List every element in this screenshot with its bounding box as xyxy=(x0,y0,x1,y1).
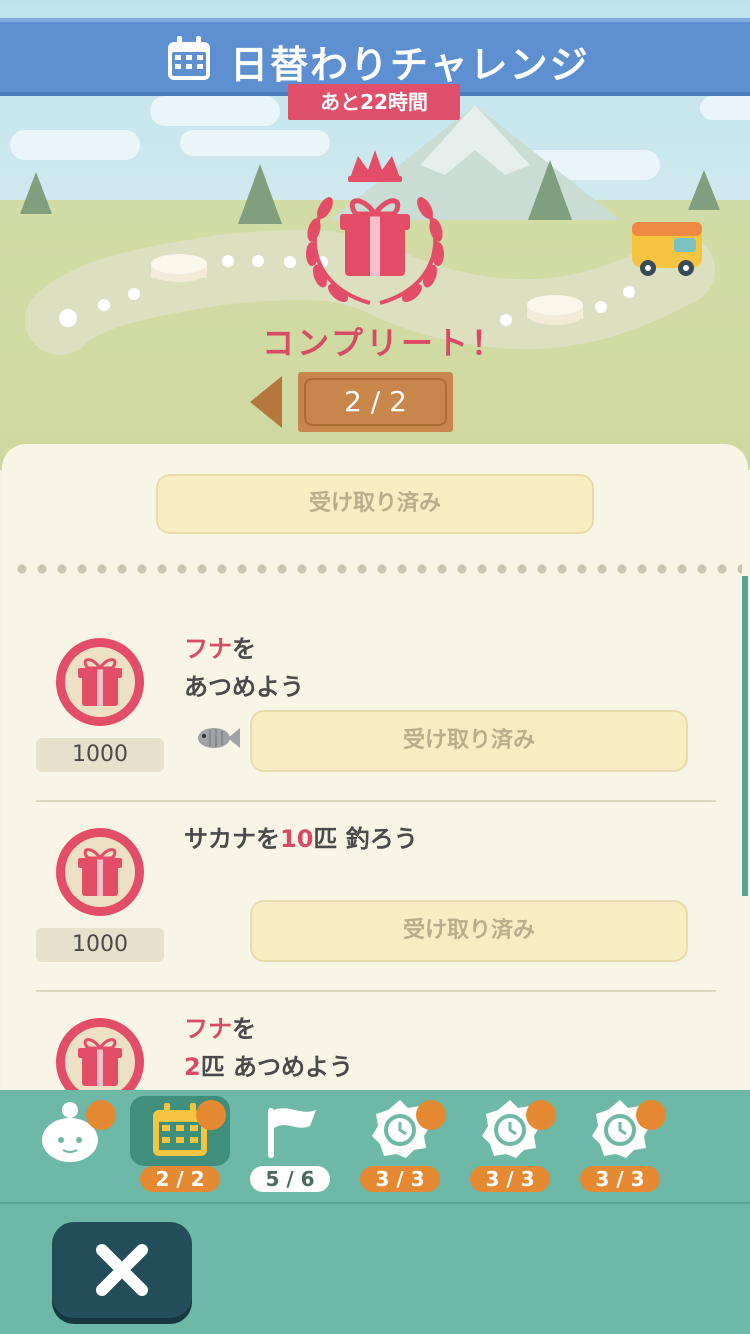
tab-goals[interactable]: 5 / 6 xyxy=(240,1090,340,1202)
gift-reward-icon xyxy=(56,828,144,916)
claim-all-button[interactable]: 受け取り済み xyxy=(156,474,594,534)
progress-badge: 3 / 3 xyxy=(580,1166,660,1192)
task-row: 1000 サカナを10匹 釣ろう 受け取り済み xyxy=(2,825,748,1018)
page-indicator-text: 2 / 2 xyxy=(304,378,447,426)
claim-reward-button[interactable]: 受け取り済み xyxy=(250,710,688,772)
row-divider xyxy=(36,800,716,802)
time-remaining-badge: あと22時間 xyxy=(288,84,460,120)
previous-page-arrow-icon[interactable] xyxy=(250,376,282,428)
tab-timed-challenge[interactable]: 3 / 3 xyxy=(350,1090,450,1202)
tab-character[interactable] xyxy=(20,1090,120,1202)
tab-timed-challenge[interactable]: 3 / 3 xyxy=(570,1090,670,1202)
completion-wreath-icon xyxy=(306,150,444,305)
calendar-icon xyxy=(168,36,210,80)
task-title: サカナを10匹 釣ろう xyxy=(184,825,418,853)
reward-amount: 1000 xyxy=(36,928,164,962)
row-divider xyxy=(36,990,716,992)
challenge-card: 受け取り済み 1000 フナを あつめよう 受け取り済み 1000 サカナを10… xyxy=(2,444,748,1144)
crown-icon xyxy=(636,1100,666,1130)
camper-van-icon xyxy=(632,222,702,276)
close-icon xyxy=(96,1244,148,1296)
dotted-divider xyxy=(12,564,742,574)
page-title: 日替わりチャレンジ xyxy=(230,43,590,87)
gift-reward-icon xyxy=(56,638,144,726)
crown-icon xyxy=(86,1100,116,1130)
crown-icon xyxy=(526,1100,556,1130)
task-row: 1000 フナを あつめよう 受け取り済み xyxy=(2,635,748,828)
close-button[interactable] xyxy=(52,1222,192,1318)
tab-daily-challenge[interactable]: 2 / 2 xyxy=(130,1090,230,1202)
progress-badge: 5 / 6 xyxy=(250,1166,330,1192)
complete-label: コンプリート！ xyxy=(262,324,507,362)
task-title: フナを 2匹 あつめよう xyxy=(184,1015,354,1081)
reward-amount: 1000 xyxy=(36,738,164,772)
task-title: フナを あつめよう xyxy=(184,635,304,701)
progress-badge: 2 / 2 xyxy=(140,1166,220,1192)
challenge-tabs: 2 / 2 5 / 6 3 / 3 3 / 3 3 / 3 xyxy=(0,1090,750,1202)
crown-icon xyxy=(196,1100,226,1130)
flag-icon xyxy=(268,1108,316,1158)
tab-timed-challenge[interactable]: 3 / 3 xyxy=(460,1090,560,1202)
page-indicator: 2 / 2 xyxy=(298,372,453,432)
progress-badge: 3 / 3 xyxy=(470,1166,550,1192)
crown-icon xyxy=(416,1100,446,1130)
bottom-bar xyxy=(0,1202,750,1334)
fish-icon xyxy=(198,728,240,748)
claim-reward-button[interactable]: 受け取り済み xyxy=(250,900,688,962)
progress-badge: 3 / 3 xyxy=(360,1166,440,1192)
